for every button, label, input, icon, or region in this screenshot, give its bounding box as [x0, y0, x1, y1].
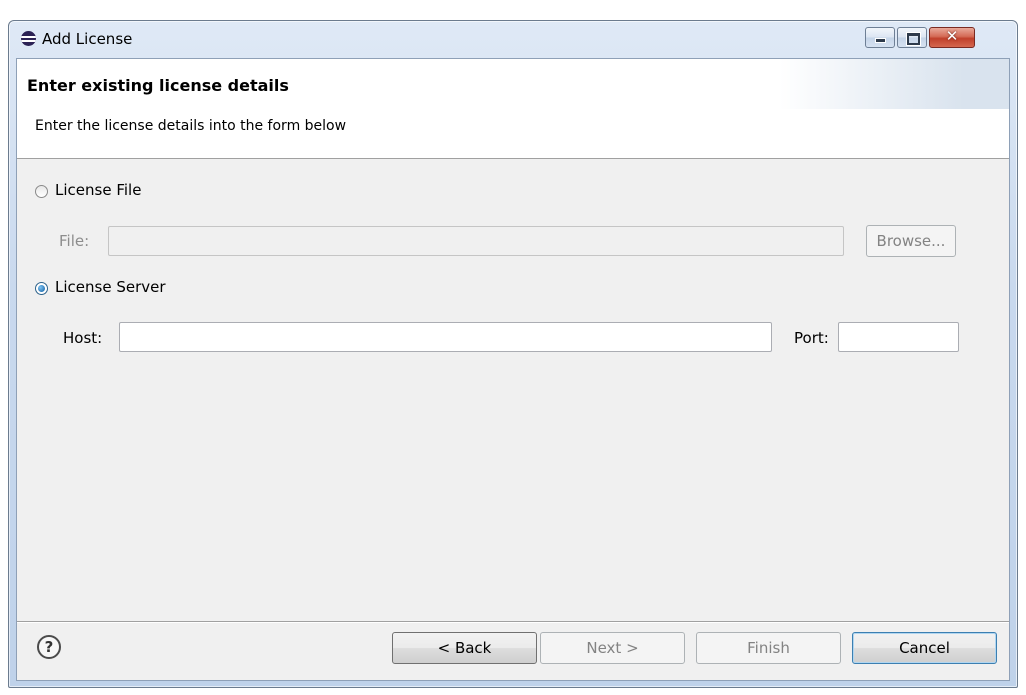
finish-button[interactable]: Finish [696, 632, 841, 664]
host-input[interactable] [119, 322, 772, 352]
port-label: Port: [794, 329, 829, 347]
license-file-radio[interactable] [35, 185, 48, 198]
minimize-icon [876, 39, 885, 42]
license-server-radio[interactable] [35, 282, 48, 295]
help-icon[interactable]: ? [37, 635, 61, 659]
window-title: Add License [42, 30, 133, 48]
cancel-button[interactable]: Cancel [852, 632, 997, 664]
minimize-button[interactable] [865, 27, 895, 48]
add-license-dialog: Add License ✕ Enter existing license det… [8, 20, 1018, 688]
wizard-header: Enter existing license details Enter the… [17, 59, 1009, 159]
footer-separator [17, 621, 1009, 623]
port-input[interactable] [838, 322, 959, 352]
license-file-label[interactable]: License File [55, 181, 141, 199]
dialog-content: Enter existing license details Enter the… [16, 58, 1010, 681]
page-description: Enter the license details into the form … [35, 118, 347, 134]
maximize-icon [907, 33, 920, 45]
file-path-input[interactable] [108, 226, 844, 256]
title-bar[interactable]: Add License ✕ [9, 21, 1017, 59]
file-label: File: [59, 232, 90, 250]
close-button[interactable]: ✕ [929, 27, 975, 48]
browse-button[interactable]: Browse... [866, 225, 956, 257]
host-label: Host: [63, 329, 103, 347]
license-server-label[interactable]: License Server [55, 278, 166, 296]
eclipse-app-icon [21, 31, 36, 46]
maximize-button[interactable] [897, 27, 927, 48]
next-button[interactable]: Next > [540, 632, 685, 664]
close-icon: ✕ [945, 27, 959, 45]
back-button[interactable]: < Back [392, 632, 537, 664]
page-title: Enter existing license details [27, 76, 289, 95]
